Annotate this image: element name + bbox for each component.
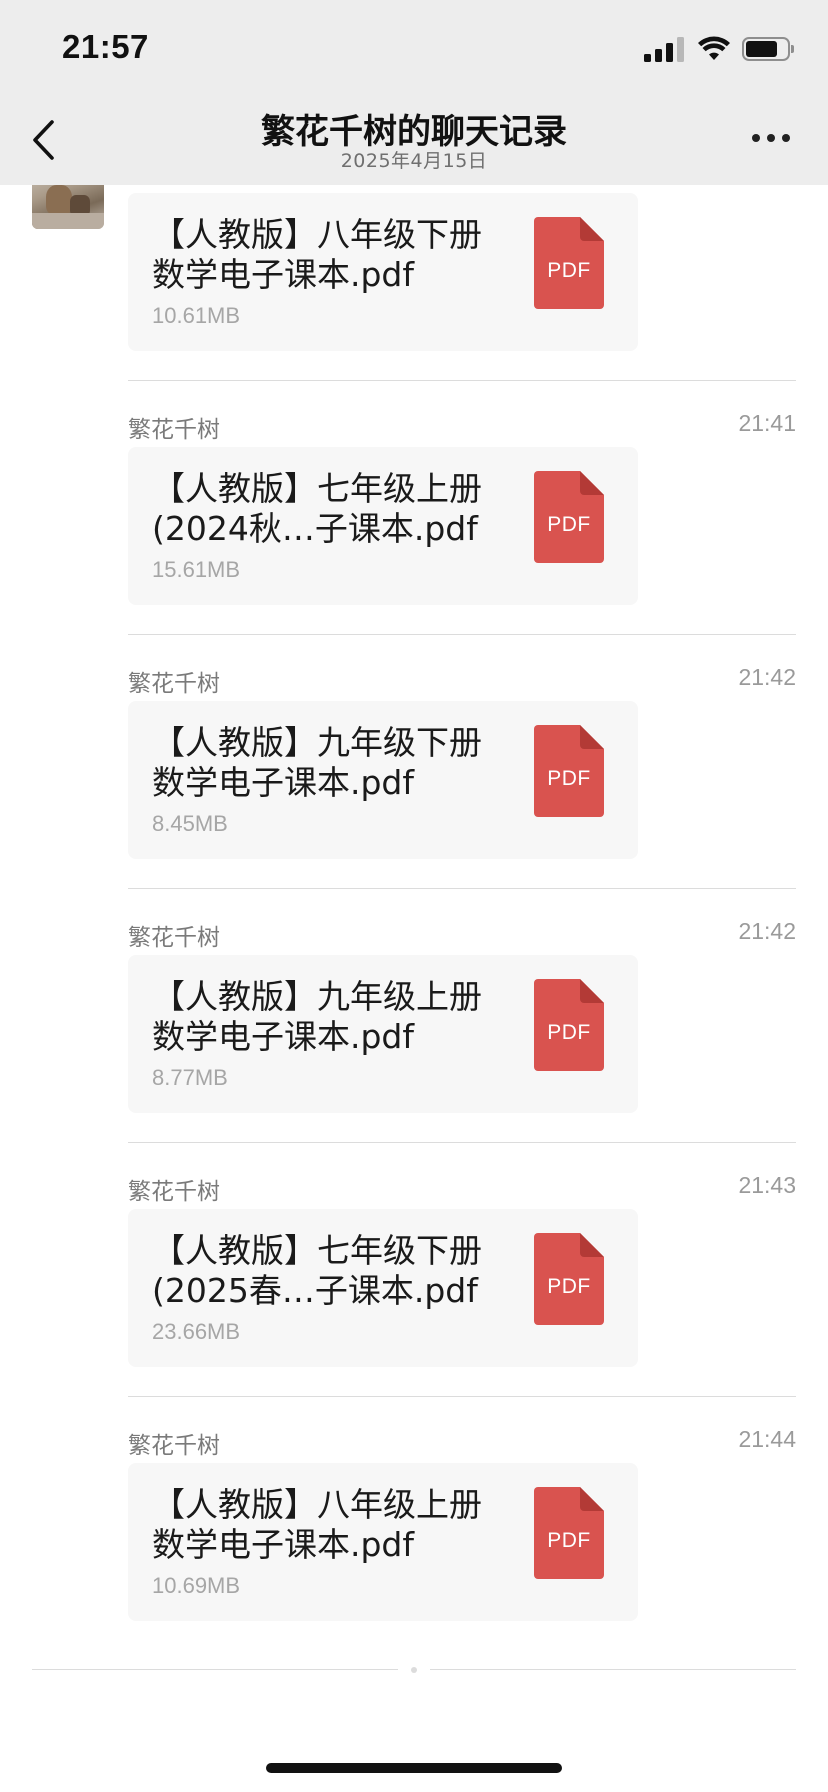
sender-name: 繁花千树 <box>128 925 220 951</box>
file-card[interactable]: 【人教版】九年级上册 数学电子课本.pdf 8.77MB PDF <box>128 955 638 1113</box>
home-indicator[interactable] <box>266 1763 562 1773</box>
file-name: 【人教版】七年级上册 (2024秋…子课本.pdf <box>152 469 482 548</box>
pdf-icon-label: PDF <box>547 513 591 536</box>
status-bar-icons <box>644 34 794 64</box>
file-size: 8.77MB <box>152 1065 228 1090</box>
page-date-subtitle: 2025年4月15日 <box>340 150 488 172</box>
wifi-icon <box>698 36 730 60</box>
file-card[interactable]: 【人教版】七年级下册 (2025春…子课本.pdf 23.66MB PDF <box>128 1209 638 1367</box>
file-card[interactable]: 【人教版】八年级上册 数学电子课本.pdf 10.69MB PDF <box>128 1463 638 1621</box>
file-size: 8.45MB <box>152 811 228 836</box>
file-card[interactable]: 【人教版】七年级上册 (2024秋…子课本.pdf 15.61MB PDF <box>128 447 638 605</box>
sender-name: 繁花千树 <box>128 1179 220 1205</box>
file-name: 【人教版】七年级下册 (2025春…子课本.pdf <box>152 1231 482 1310</box>
file-name: 【人教版】九年级下册 数学电子课本.pdf <box>152 723 482 802</box>
message-divider <box>128 1142 796 1143</box>
sender-name: 繁花千树 <box>128 1433 220 1459</box>
message-divider <box>128 380 796 381</box>
pdf-file-icon: PDF <box>534 471 604 563</box>
file-name: 【人教版】八年级上册 数学电子课本.pdf <box>152 1485 482 1564</box>
message-time: 21:42 <box>738 918 796 944</box>
pdf-icon-label: PDF <box>547 767 591 790</box>
pdf-file-icon: PDF <box>534 725 604 817</box>
file-size: 10.61MB <box>152 303 241 328</box>
file-name: 【人教版】九年级上册 数学电子课本.pdf <box>152 977 482 1056</box>
message-divider <box>128 888 796 889</box>
battery-icon <box>742 37 794 61</box>
file-size: 10.69MB <box>152 1573 241 1598</box>
pdf-icon-label: PDF <box>547 1529 591 1552</box>
message-time: 21:43 <box>738 1172 796 1198</box>
file-name: 【人教版】八年级下册 数学电子课本.pdf <box>152 215 482 294</box>
message-divider <box>128 1396 796 1397</box>
navigation-header: 21:57 繁花千树的聊天记录 2025年4月15日 <box>0 0 828 185</box>
sender-name: 繁花千树 <box>128 671 220 697</box>
pdf-file-icon: PDF <box>534 1487 604 1579</box>
pdf-icon-label: PDF <box>547 259 591 282</box>
end-of-list-rule-right <box>430 1669 796 1670</box>
pdf-file-icon: PDF <box>534 217 604 309</box>
message-divider <box>128 634 796 635</box>
end-of-list-rule-left <box>32 1669 398 1670</box>
end-of-list-dot <box>411 1667 417 1673</box>
pdf-file-icon: PDF <box>534 979 604 1071</box>
status-bar-time: 21:57 <box>62 28 149 65</box>
more-options-icon[interactable] <box>752 134 792 146</box>
pdf-icon-label: PDF <box>547 1021 591 1044</box>
pdf-file-icon: PDF <box>534 1233 604 1325</box>
message-time: 21:42 <box>738 664 796 690</box>
pdf-icon-label: PDF <box>547 1275 591 1298</box>
message-time: 21:44 <box>738 1426 796 1452</box>
file-card[interactable]: 【人教版】八年级下册 数学电子课本.pdf 10.61MB PDF <box>128 193 638 351</box>
file-size: 23.66MB <box>152 1319 241 1344</box>
file-card[interactable]: 【人教版】九年级下册 数学电子课本.pdf 8.45MB PDF <box>128 701 638 859</box>
chat-history-page: 21:57 繁花千树的聊天记录 2025年4月15日 【人教版】八年级下册 数学… <box>0 0 828 1792</box>
sender-name: 繁花千树 <box>128 417 220 443</box>
file-size: 15.61MB <box>152 557 241 582</box>
message-time: 21:41 <box>738 410 796 436</box>
cellular-signal-icon <box>644 36 686 62</box>
